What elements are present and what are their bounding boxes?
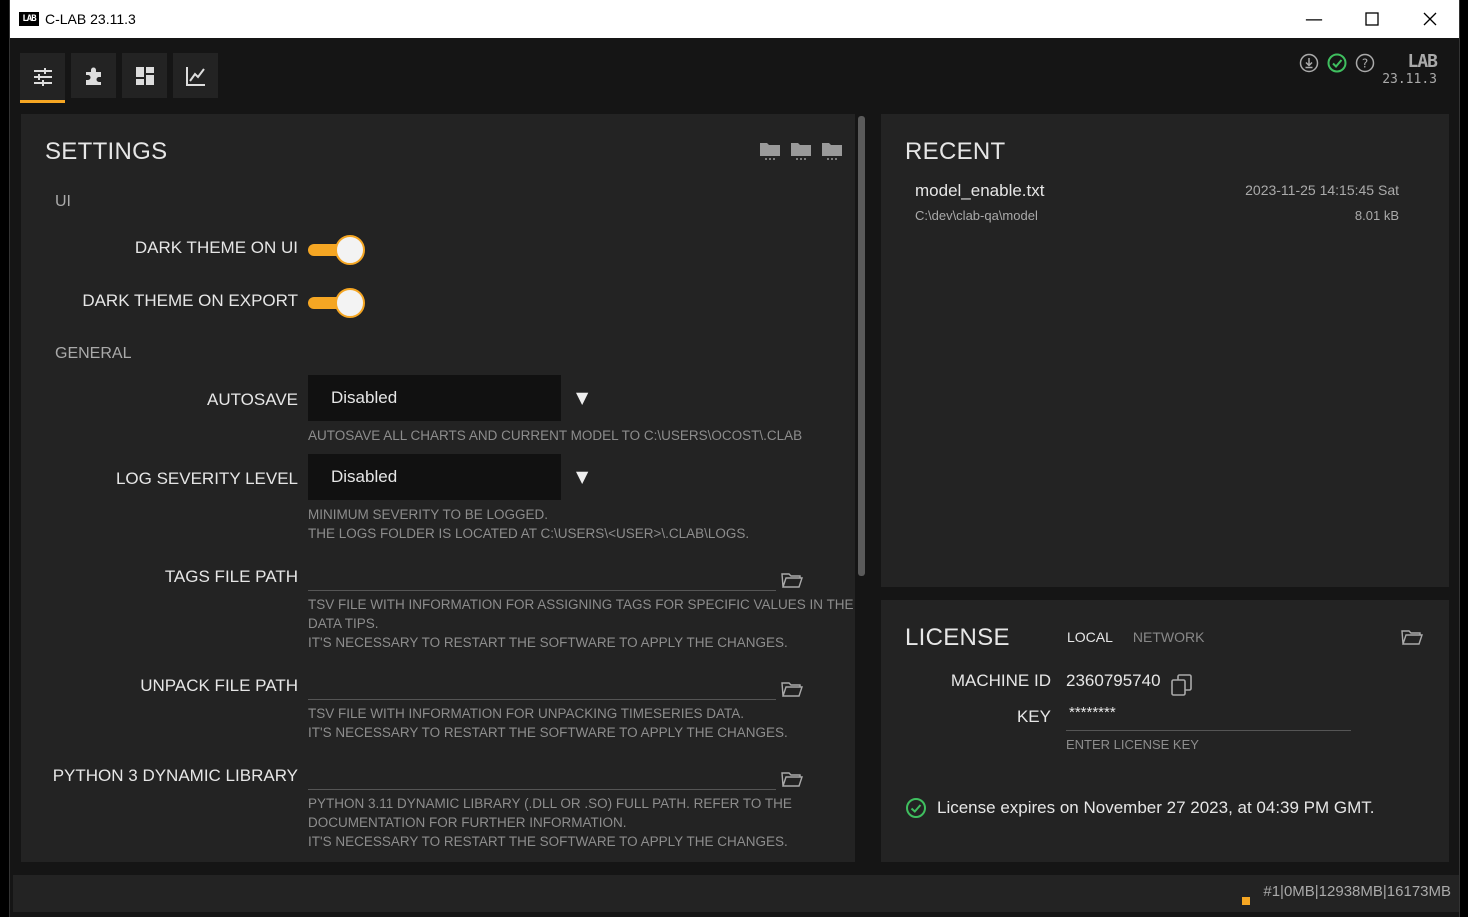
open-folder-icon[interactable] <box>781 769 803 789</box>
help-line: IT'S NECESSARY TO RESTART THE SOFTWARE T… <box>308 834 788 849</box>
autosave-select[interactable]: Disabled <box>308 375 561 421</box>
maximize-icon <box>1365 12 1379 26</box>
status-indicator <box>1242 897 1250 905</box>
license-title: LICENSE <box>905 624 1010 651</box>
section-general: GENERAL <box>55 345 132 362</box>
unpack-path-label: UNPACK FILE PATH <box>140 676 298 695</box>
license-panel: LICENSE LOCAL NETWORK MACHINE ID 2360795… <box>881 600 1449 862</box>
help-line: PYTHON 3.11 DYNAMIC LIBRARY (.DLL OR .SO… <box>308 796 792 811</box>
tab-local[interactable]: LOCAL <box>1067 629 1113 645</box>
help-line: TSV FILE WITH INFORMATION FOR UNPACKING … <box>308 706 745 721</box>
autosave-value: Disabled <box>331 388 398 407</box>
close-icon <box>1423 12 1437 26</box>
license-key-help: ENTER LICENSE KEY <box>1066 737 1199 752</box>
unpack-path-help: TSV FILE WITH INFORMATION FOR UNPACKING … <box>308 704 788 742</box>
tab-settings[interactable] <box>20 53 65 103</box>
settings-scrollbar[interactable] <box>858 116 865 576</box>
help-line: MINIMUM SEVERITY TO BE LOGGED. <box>308 507 549 522</box>
autosave-label: AUTOSAVE <box>206 390 298 409</box>
license-key-input[interactable]: ******** <box>1066 704 1351 731</box>
help-line: IT'S NECESSARY TO RESTART THE SOFTWARE T… <box>308 635 788 650</box>
svg-text:?: ? <box>1362 57 1368 71</box>
open-folder-icon[interactable] <box>781 570 803 590</box>
help-line: TSV FILE WITH INFORMATION FOR ASSIGNING … <box>308 597 854 612</box>
copy-icon[interactable] <box>1169 672 1195 698</box>
app-logo-icon: LAB <box>19 12 39 26</box>
dark-theme-export-label: DARK THEME ON EXPORT <box>82 291 298 310</box>
key-label: KEY <box>1016 707 1051 726</box>
recent-item-size: 8.01 kB <box>1354 208 1399 223</box>
license-status-text: License expires on November 27 2023, at … <box>937 798 1375 817</box>
recent-item-path: C:\dev\clab-qa\model <box>915 208 1038 223</box>
status-bar: #1|0MB|12938MB|16173MB <box>13 875 1459 912</box>
tab-plugins[interactable] <box>71 53 116 98</box>
license-status: License expires on November 27 2023, at … <box>905 797 1375 819</box>
log-severity-select[interactable]: Disabled <box>308 454 561 500</box>
machine-id-value: 2360795740 <box>1066 671 1161 690</box>
main-toolbar <box>20 53 218 103</box>
recent-item-name[interactable]: model_enable.txt <box>915 181 1044 201</box>
folder-icon[interactable] <box>821 140 843 160</box>
check-circle-icon[interactable] <box>1326 52 1348 74</box>
tags-path-help: TSV FILE WITH INFORMATION FOR ASSIGNING … <box>308 595 854 652</box>
folder-icon[interactable] <box>759 140 781 160</box>
dark-theme-ui-toggle[interactable] <box>308 235 366 265</box>
open-folder-icon[interactable] <box>1401 627 1423 647</box>
tags-path-label: TAGS FILE PATH <box>164 567 298 586</box>
brand-block: LAB 23.11.3 <box>1382 51 1438 88</box>
machine-id-label: MACHINE ID <box>950 671 1051 690</box>
tags-path-input[interactable] <box>308 567 776 591</box>
help-line: THE LOGS FOLDER IS LOCATED AT C:\USERS\<… <box>308 526 750 541</box>
download-icon[interactable] <box>1298 52 1320 74</box>
brand-version: 23.11.3 <box>1382 72 1437 87</box>
autosave-help: AUTOSAVE ALL CHARTS AND CURRENT MODEL TO… <box>308 428 803 443</box>
dropdown-arrow-icon[interactable]: ▼ <box>576 467 588 486</box>
maximize-button[interactable] <box>1343 0 1401 38</box>
recent-item-date: 2023-11-25 14:15:45 Sat <box>1245 182 1399 198</box>
unpack-path-input[interactable] <box>308 676 776 700</box>
python-library-label: PYTHON 3 DYNAMIC LIBRARY <box>52 766 298 785</box>
check-circle-icon <box>906 798 926 818</box>
section-ui: UI <box>55 193 71 210</box>
window-title: C-LAB 23.11.3 <box>45 11 136 27</box>
license-tabs: LOCAL NETWORK <box>1067 629 1204 645</box>
recent-title: RECENT <box>905 138 1006 165</box>
log-severity-help: MINIMUM SEVERITY TO BE LOGGED. THE LOGS … <box>308 505 749 543</box>
help-line: DOCUMENTATION FOR FURTHER INFORMATION. <box>308 815 627 830</box>
settings-folder-actions <box>759 140 843 160</box>
help-icon[interactable]: ? <box>1354 52 1376 74</box>
title-bar: LAB C-LAB 23.11.3 — <box>10 0 1459 38</box>
sliders-icon <box>33 67 52 86</box>
tab-network[interactable]: NETWORK <box>1133 629 1205 645</box>
minimize-button[interactable]: — <box>1285 0 1343 38</box>
tab-layout[interactable] <box>122 53 167 98</box>
help-line: IT'S NECESSARY TO RESTART THE SOFTWARE T… <box>308 725 788 740</box>
recent-panel: RECENT model_enable.txt C:\dev\clab-qa\m… <box>881 114 1449 587</box>
app-window: LAB C-LAB 23.11.3 — ? LAB 23.11.3 SETTIN… <box>9 0 1460 917</box>
python-library-help: PYTHON 3.11 DYNAMIC LIBRARY (.DLL OR .SO… <box>308 794 792 851</box>
settings-title: SETTINGS <box>45 138 168 165</box>
log-severity-label: LOG SEVERITY LEVEL <box>115 469 298 488</box>
dashboard-icon <box>135 66 154 85</box>
dark-theme-ui-label: DARK THEME ON UI <box>134 238 298 257</box>
dropdown-arrow-icon[interactable]: ▼ <box>576 388 588 407</box>
folder-icon[interactable] <box>790 140 812 160</box>
dark-theme-export-toggle[interactable] <box>308 288 366 318</box>
log-severity-value: Disabled <box>331 467 398 486</box>
brand-logo: LAB <box>1407 51 1438 72</box>
open-folder-icon[interactable] <box>781 679 803 699</box>
close-button[interactable] <box>1401 0 1459 38</box>
settings-panel: SETTINGS UI DARK THEME ON UI DARK THEME … <box>21 114 855 862</box>
help-line: DATA TIPS. <box>308 616 379 631</box>
python-library-input[interactable] <box>308 766 776 790</box>
tab-charts[interactable] <box>173 53 218 98</box>
line-chart-icon <box>185 66 205 86</box>
memory-readout: #1|0MB|12938MB|16173MB <box>1263 883 1451 900</box>
top-right-status: ? LAB 23.11.3 <box>1298 51 1438 88</box>
puzzle-icon <box>85 67 101 85</box>
